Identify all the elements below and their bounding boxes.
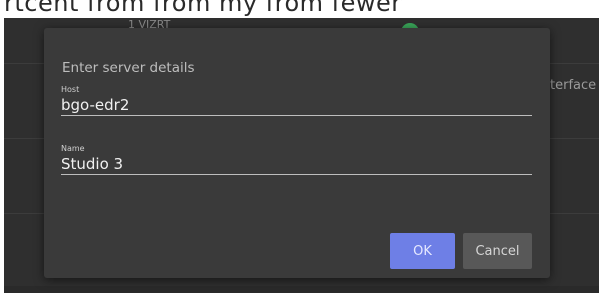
top-strip: rtcent from from my from fewer xyxy=(0,0,599,18)
dialog-title: Enter server details xyxy=(62,60,195,76)
screen: rtcent from from my from fewer 1 VIZRT t… xyxy=(0,0,599,293)
cancel-button[interactable]: Cancel xyxy=(463,233,532,269)
name-field: Name xyxy=(61,144,532,175)
ok-button[interactable]: OK xyxy=(390,233,455,269)
host-field: Host xyxy=(61,85,532,116)
name-input[interactable] xyxy=(61,154,532,175)
bottom-band xyxy=(4,286,599,293)
server-details-dialog: Enter server details Host Name OK Cancel xyxy=(44,28,550,278)
host-input[interactable] xyxy=(61,95,532,116)
name-label: Name xyxy=(61,144,85,153)
background-side-text: terface is xyxy=(550,78,599,93)
host-label: Host xyxy=(61,85,80,94)
top-strip-text: rtcent from from my from fewer xyxy=(4,0,402,17)
